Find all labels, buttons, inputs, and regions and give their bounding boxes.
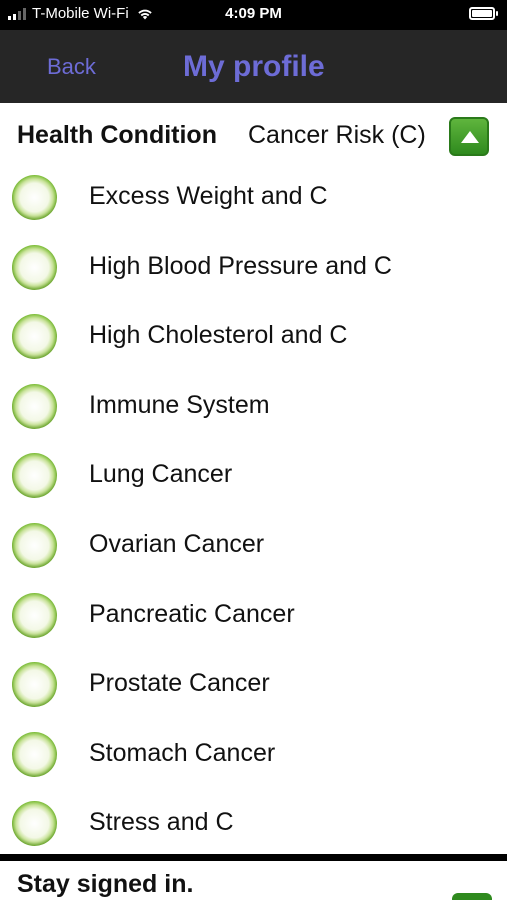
list-item-label: Stomach Cancer bbox=[89, 738, 276, 767]
list-item-label: Prostate Cancer bbox=[89, 669, 270, 698]
list-item-label: High Cholesterol and C bbox=[89, 321, 348, 350]
list-item[interactable]: Stress and C bbox=[0, 789, 507, 859]
health-condition-value[interactable]: Cancer Risk (C) bbox=[248, 121, 426, 150]
list-item[interactable]: Excess Weight and C bbox=[0, 163, 507, 233]
list-item-label: High Blood Pressure and C bbox=[89, 251, 392, 280]
list-item[interactable]: High Blood Pressure and C bbox=[0, 233, 507, 303]
conditions-list: Excess Weight and C High Blood Pressure … bbox=[0, 163, 507, 859]
list-item-label: Stress and C bbox=[89, 808, 234, 837]
nav-bar: Back My profile bbox=[0, 30, 507, 103]
page-title: My profile bbox=[183, 50, 325, 83]
list-item[interactable]: Pancreatic Cancer bbox=[0, 581, 507, 651]
radio-icon[interactable] bbox=[12, 314, 57, 360]
battery-icon bbox=[469, 7, 498, 20]
radio-icon[interactable] bbox=[12, 383, 57, 429]
radio-icon[interactable] bbox=[12, 175, 57, 220]
stay-signed-in-label: Stay signed in. bbox=[17, 870, 194, 898]
list-item-label: Pancreatic Cancer bbox=[89, 599, 295, 628]
radio-icon[interactable] bbox=[12, 592, 57, 638]
list-item[interactable]: Stomach Cancer bbox=[0, 720, 507, 790]
list-item-label: Immune System bbox=[89, 390, 270, 419]
back-button[interactable]: Back bbox=[47, 54, 96, 80]
radio-icon[interactable] bbox=[12, 662, 57, 708]
collapse-button[interactable] bbox=[449, 117, 489, 156]
list-item[interactable]: High Cholesterol and C bbox=[0, 302, 507, 372]
health-condition-label: Health Condition bbox=[17, 121, 217, 149]
status-time: 4:09 PM bbox=[225, 5, 282, 22]
radio-icon[interactable] bbox=[12, 731, 57, 777]
radio-icon[interactable] bbox=[12, 522, 57, 568]
radio-icon[interactable] bbox=[12, 244, 57, 290]
list-item[interactable]: Immune System bbox=[0, 372, 507, 442]
chevron-up-icon bbox=[461, 131, 479, 143]
list-item-label: Excess Weight and C bbox=[89, 182, 328, 210]
health-condition-header: Health Condition Cancer Risk (C) bbox=[0, 103, 507, 163]
list-item[interactable]: Prostate Cancer bbox=[0, 650, 507, 720]
status-bar: T-Mobile Wi-Fi 4:09 PM bbox=[0, 0, 507, 30]
list-item[interactable]: Lung Cancer bbox=[0, 441, 507, 511]
list-item-label: Ovarian Cancer bbox=[89, 529, 265, 558]
stay-signed-in-toggle[interactable] bbox=[452, 893, 492, 900]
section-divider bbox=[0, 854, 507, 861]
list-item-label: Lung Cancer bbox=[89, 460, 233, 489]
list-item[interactable]: Ovarian Cancer bbox=[0, 511, 507, 581]
radio-icon[interactable] bbox=[12, 453, 57, 499]
radio-icon[interactable] bbox=[12, 801, 57, 847]
